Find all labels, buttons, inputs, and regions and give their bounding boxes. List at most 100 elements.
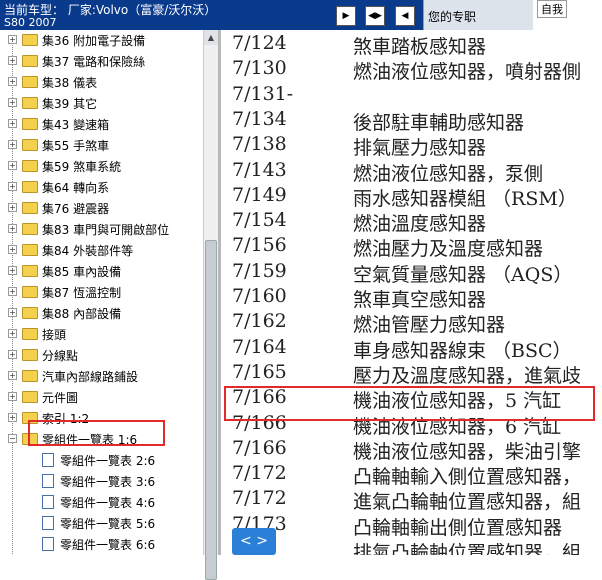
- tree-item[interactable]: + 集55 手煞車: [0, 135, 203, 156]
- tree-item[interactable]: + 集83 車門與可開啟部位: [0, 219, 203, 240]
- tree-item[interactable]: + 集38 儀表: [0, 72, 203, 93]
- tree-item[interactable]: + 集64 轉向系: [0, 177, 203, 198]
- expand-icon[interactable]: +: [8, 98, 17, 107]
- tree-item[interactable]: + 集88 內部設備: [0, 303, 203, 324]
- expand-icon[interactable]: +: [8, 287, 17, 296]
- component-description: 燃油管壓力感知器: [353, 314, 506, 337]
- tree-item-label: 集88 內部設備: [42, 307, 122, 321]
- component-code: 7/172: [232, 462, 287, 485]
- component-code: 7/143: [232, 158, 287, 181]
- component-row[interactable]: 7/159 空氣質量感知器 （AQS）: [221, 260, 602, 286]
- scrollbar-thumb[interactable]: [205, 240, 217, 580]
- component-row[interactable]: 7/156 燃油壓力及溫度感知器: [221, 234, 602, 261]
- expand-icon[interactable]: +: [8, 56, 17, 65]
- tree-item-label: 集38 儀表: [42, 76, 98, 90]
- expand-icon[interactable]: +: [8, 224, 17, 233]
- expand-icon[interactable]: +: [8, 182, 17, 191]
- tree-item-label: 集43 變速箱: [42, 118, 110, 132]
- component-description: 凸輪軸輸出側位置感知器: [353, 516, 563, 539]
- tree-item[interactable]: + 集59 煞車系統: [0, 156, 203, 177]
- component-row[interactable]: 7/165 壓力及溫度感知器，進氣歧: [221, 361, 602, 387]
- tree-scrollbar[interactable]: ▲: [203, 30, 218, 580]
- component-row[interactable]: 7/138 排氣壓力感知器: [221, 133, 602, 160]
- tree-item[interactable]: + 集87 恆溫控制: [0, 282, 203, 303]
- tree-item[interactable]: + 集36 附加電子設備: [0, 30, 203, 51]
- tree-item[interactable]: + 接頭: [0, 324, 203, 345]
- component-code: 7/162: [232, 310, 287, 333]
- component-code: 7/166: [232, 436, 287, 459]
- tree-subitem-label: 零組件一覽表 5:6: [60, 517, 156, 531]
- component-row[interactable]: 7/172 進氣凸輪軸位置感知器，組: [221, 487, 602, 513]
- component-row[interactable]: 7/154 燃油溫度感知器: [221, 209, 602, 235]
- component-description: 煞車踏板感知器: [353, 36, 487, 58]
- component-row[interactable]: 7/143 燃油液位感知器，泵側: [221, 158, 602, 185]
- document-icon: [42, 453, 54, 467]
- expand-icon[interactable]: +: [8, 371, 17, 380]
- tree-subitem[interactable]: 零組件一覽表 5:6: [0, 513, 203, 534]
- prev-page-icon[interactable]: ◀: [395, 6, 415, 26]
- expand-icon[interactable]: ◀▶: [365, 6, 385, 26]
- folder-icon: [22, 34, 38, 46]
- tree-item[interactable]: + 集85 車內設備: [0, 261, 203, 282]
- tree-item[interactable]: + 集76 避震器: [0, 198, 203, 219]
- expand-icon[interactable]: +: [8, 140, 17, 149]
- expand-icon[interactable]: +: [8, 266, 17, 275]
- row-highlight-box: [224, 386, 595, 421]
- tree-subitem[interactable]: 零組件一覽表 6:6: [0, 534, 203, 555]
- first-page-icon[interactable]: ▶: [336, 6, 356, 26]
- tree-item[interactable]: + 集43 變速箱: [0, 114, 203, 135]
- tree-item[interactable]: + 元件圖: [0, 387, 203, 408]
- component-row[interactable]: 7/172 凸輪軸輸入側位置感知器，: [221, 462, 602, 488]
- page-nav-button[interactable]: < >: [232, 528, 276, 555]
- tree-item[interactable]: + 集39 其它: [0, 93, 203, 114]
- component-code: 7/160: [232, 285, 287, 307]
- tree-item-label: 集83 車門與可開啟部位: [42, 223, 170, 237]
- dock-text: 您的专职: [428, 10, 477, 24]
- component-row[interactable]: 排氣凸輪軸位置感知器，組: [221, 538, 602, 555]
- expand-icon[interactable]: +: [8, 161, 17, 170]
- tree-item-label: 集36 附加電子設備: [42, 34, 146, 48]
- folder-icon: [22, 349, 38, 361]
- folder-icon: [22, 286, 38, 298]
- component-row[interactable]: 7/160 煞車真空感知器: [221, 285, 602, 311]
- expand-icon[interactable]: +: [8, 203, 17, 212]
- expand-icon[interactable]: +: [8, 392, 17, 401]
- component-row[interactable]: 7/173 凸輪軸輸出側位置感知器: [221, 513, 602, 539]
- tree-item[interactable]: + 汽車內部線路鋪設: [0, 366, 203, 387]
- collapse-icon[interactable]: −: [8, 434, 17, 443]
- tree-subitem[interactable]: 零組件一覽表 4:6: [0, 492, 203, 513]
- component-code: 7/156: [232, 234, 287, 257]
- component-row[interactable]: 7/134 後部駐車輔助感知器: [221, 108, 602, 134]
- tree-subitem[interactable]: 零組件一覽表 3:6: [0, 471, 203, 492]
- component-description: 排氣壓力感知器: [353, 137, 487, 160]
- tree-item[interactable]: + 分線點: [0, 345, 203, 366]
- component-row[interactable]: 7/149 雨水感知器模組 （RSM）: [221, 183, 602, 210]
- expand-icon[interactable]: +: [8, 119, 17, 128]
- document-tree: + 集36 附加電子設備 + 集37 電路和保險絲 + 集38 儀表 + 集39 其它 + 集43…: [0, 30, 203, 555]
- component-row[interactable]: 7/162 燃油管壓力感知器: [221, 310, 602, 337]
- component-row[interactable]: 7/130 燃油液位感知器，噴射器側: [221, 57, 602, 83]
- tree-subitem[interactable]: 零組件一覽表 2:6: [0, 450, 203, 471]
- tree-item-label: 集87 恆溫控制: [42, 286, 122, 300]
- folder-icon: [22, 391, 38, 403]
- expand-icon[interactable]: +: [8, 329, 17, 338]
- scroll-up-icon[interactable]: ▲: [204, 30, 218, 45]
- component-description: 空氣質量感知器 （AQS）: [353, 263, 573, 286]
- component-code: 7/149: [232, 183, 287, 206]
- tree-item[interactable]: + 集84 外裝部件等: [0, 240, 203, 261]
- component-row[interactable]: 7/164 車身感知器線束 （BSC）: [221, 336, 602, 362]
- component-description: 燃油液位感知器，泵側: [353, 162, 544, 185]
- expand-icon[interactable]: +: [8, 77, 17, 86]
- expand-icon[interactable]: +: [8, 413, 17, 422]
- expand-icon[interactable]: +: [8, 308, 17, 317]
- expand-icon[interactable]: +: [8, 245, 17, 254]
- component-description: 燃油壓力及溫度感知器: [353, 238, 544, 261]
- component-description: 壓力及溫度感知器，進氣歧: [353, 364, 582, 387]
- expand-icon[interactable]: +: [8, 350, 17, 359]
- component-row[interactable]: 7/131-: [221, 83, 602, 107]
- tree-item[interactable]: + 集37 電路和保險絲: [0, 51, 203, 72]
- component-row[interactable]: 7/166 機油液位感知器，柴油引擎: [221, 436, 602, 463]
- component-row[interactable]: 7/124 煞車踏板感知器: [221, 32, 602, 58]
- expand-icon[interactable]: +: [8, 35, 17, 44]
- assistant-dock: 您的专职: [423, 0, 534, 30]
